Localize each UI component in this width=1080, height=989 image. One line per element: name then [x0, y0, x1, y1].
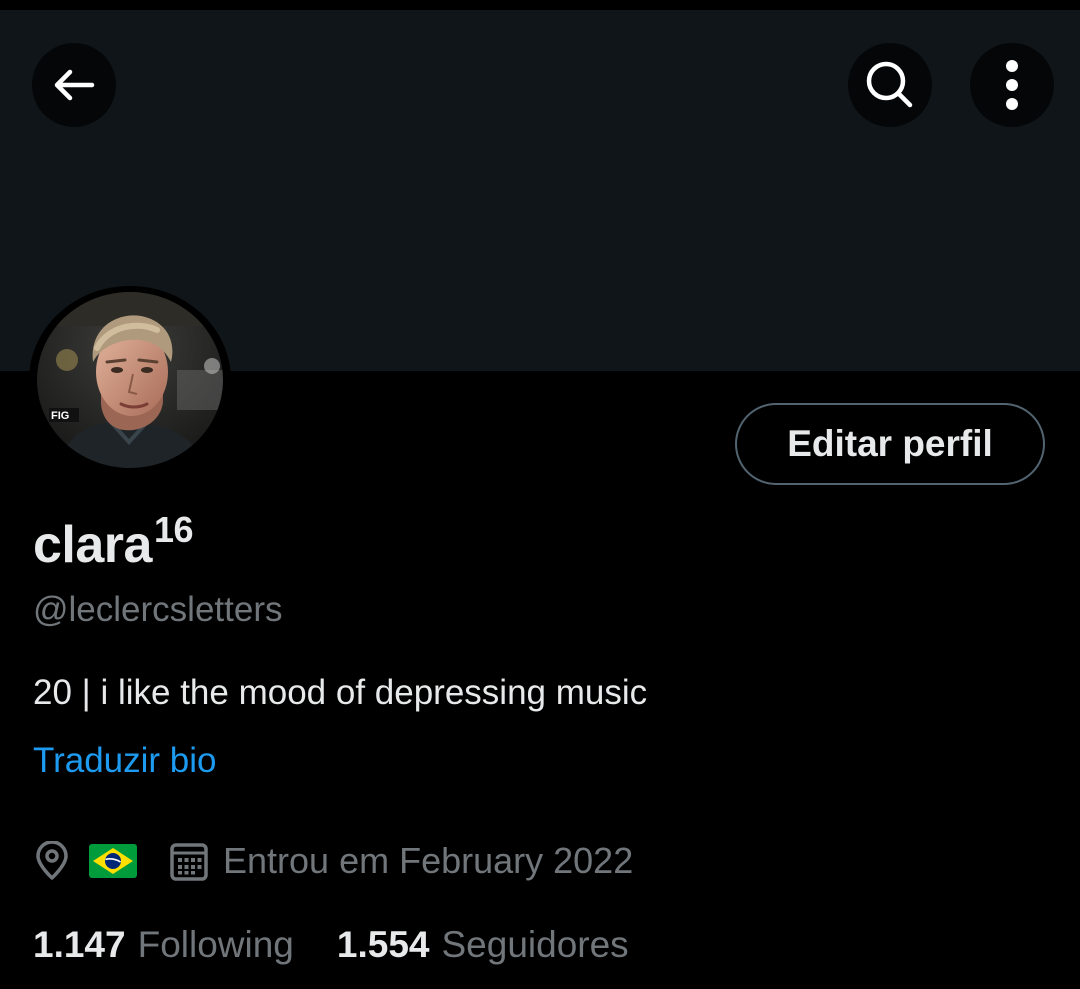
display-name-superscript: 16	[153, 509, 194, 550]
joined-date: Entrou em February 2022	[223, 840, 634, 881]
following-label: Following	[137, 924, 294, 965]
translate-bio-link[interactable]: Traduzir bio	[33, 739, 217, 783]
profile-page: FIG Editar perfil clara16 @leclercslette…	[0, 0, 1080, 989]
brazil-flag-icon	[89, 844, 137, 878]
profile-bio: 20 | i like the mood of depressing music	[33, 673, 648, 712]
followers-stat[interactable]: 1.554 Seguidores	[337, 922, 629, 968]
following-count: 1.147	[33, 924, 126, 965]
edit-profile-button[interactable]: Editar perfil	[735, 403, 1045, 485]
search-button[interactable]	[848, 43, 932, 127]
top-strip	[0, 0, 1080, 10]
display-name-text: clara	[33, 516, 152, 574]
arrow-left-icon	[54, 69, 95, 101]
back-button[interactable]	[32, 43, 116, 127]
more-vertical-icon	[1006, 60, 1018, 110]
more-options-button[interactable]	[970, 43, 1054, 127]
avatar-badge-text: FIG	[51, 410, 69, 422]
username-handle: @leclercsletters	[33, 590, 283, 629]
avatar-photo: FIG	[37, 292, 223, 468]
followers-count: 1.554	[336, 924, 430, 965]
avatar[interactable]: FIG	[37, 292, 223, 468]
following-stat[interactable]: 1.147 Following	[33, 922, 294, 968]
display-name: clara16	[33, 509, 194, 580]
location-pin-icon	[36, 841, 68, 880]
search-icon	[866, 61, 913, 108]
calendar-icon	[170, 843, 208, 881]
profile-meta-row: Entrou em February 2022	[33, 836, 633, 886]
follow-stats: 1.147 Following 1.554 Seguidores	[33, 922, 629, 972]
followers-label: Seguidores	[441, 924, 629, 965]
